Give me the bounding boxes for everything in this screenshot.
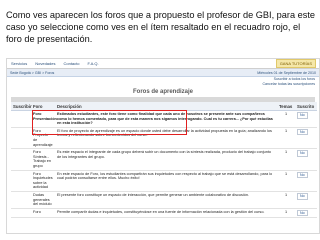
topic-count: 1: [277, 170, 295, 192]
current-date: Miércoles 01 de Septiembre de 2010: [257, 70, 316, 75]
table-row: Foro Síntesis - Trabajo en grupo Es este…: [11, 148, 317, 171]
highlight-box: [32, 110, 187, 135]
forum-link[interactable]: Foro Inquietudes sobre la actividad: [31, 170, 55, 192]
top-nav: Servicios Novedades Contacto F.A.Q. GANA…: [7, 59, 319, 69]
topic-count: 1: [277, 127, 295, 150]
lms-screenshot: Servicios Novedades Contacto F.A.Q. GANA…: [6, 58, 320, 234]
subscribe-cell: [11, 148, 31, 171]
forum-link[interactable]: Foro: [31, 208, 55, 219]
subscribe-cell: [11, 170, 31, 192]
header-temas: Temas: [277, 102, 295, 111]
subscribed-toggle[interactable]: No: [297, 128, 308, 136]
subscribe-cell: [11, 191, 31, 209]
forum-link[interactable]: Foro Síntesis - Trabajo en grupo: [31, 148, 55, 171]
header-suscribir: Suscribir: [11, 102, 32, 111]
forum-link[interactable]: Dudas generales del módulo: [31, 191, 55, 209]
unsubscribe-all-link[interactable]: Cancelar todas las suscripciones: [262, 82, 315, 87]
subscribed-toggle[interactable]: No: [297, 150, 308, 157]
subscribed-toggle[interactable]: No: [297, 192, 308, 200]
breadcrumb[interactable]: Sede Bogotá > GBI > Foros: [10, 71, 54, 75]
nav-faq[interactable]: F.A.Q.: [84, 61, 103, 66]
subscribe-cell: [11, 208, 31, 219]
table-row: Foro Inquietudes sobre la actividad En e…: [11, 170, 317, 192]
subscribe-cell: [11, 127, 31, 150]
forum-description: En este espacio de Foro, los estudiantes…: [55, 170, 277, 192]
nav-contacto[interactable]: Contacto: [59, 61, 83, 66]
subscribed-toggle[interactable]: No: [297, 112, 308, 119]
table-row: Dudas generales del módulo El presente f…: [11, 191, 317, 209]
breadcrumb-bar: Sede Bogotá > GBI > Foros Miércoles 01 d…: [7, 69, 319, 77]
topic-count: 1: [277, 191, 295, 209]
topic-count: 1: [277, 208, 295, 219]
nav-servicios[interactable]: Servicios: [7, 61, 31, 66]
subscribed-toggle[interactable]: No: [297, 171, 308, 179]
topic-count: 1: [277, 148, 295, 171]
table-row: Foro Permite compartir dudas e inquietud…: [11, 208, 317, 219]
page-title: Foros de aprendizaje: [132, 89, 193, 95]
subscription-links: Suscribir a todos los foros Cancelar tod…: [262, 77, 315, 87]
subscribe-cell: [11, 110, 31, 128]
subscribed-toggle[interactable]: No: [297, 209, 308, 217]
forum-description: Permite compartir dudas e inquietudes, c…: [55, 208, 277, 219]
header-suscrito: Suscrito: [295, 102, 317, 111]
topic-count: 1: [277, 110, 295, 128]
forum-description: El presente foro constituye un espacio d…: [55, 191, 277, 209]
brand-logo: GANA TUTORÍAS: [275, 59, 316, 68]
forum-description: Es este espacio el integrante de cada gr…: [55, 148, 277, 171]
nav-novedades[interactable]: Novedades: [31, 61, 59, 66]
instruction-caption: Como ves aparecen los foros que a propue…: [6, 10, 315, 44]
